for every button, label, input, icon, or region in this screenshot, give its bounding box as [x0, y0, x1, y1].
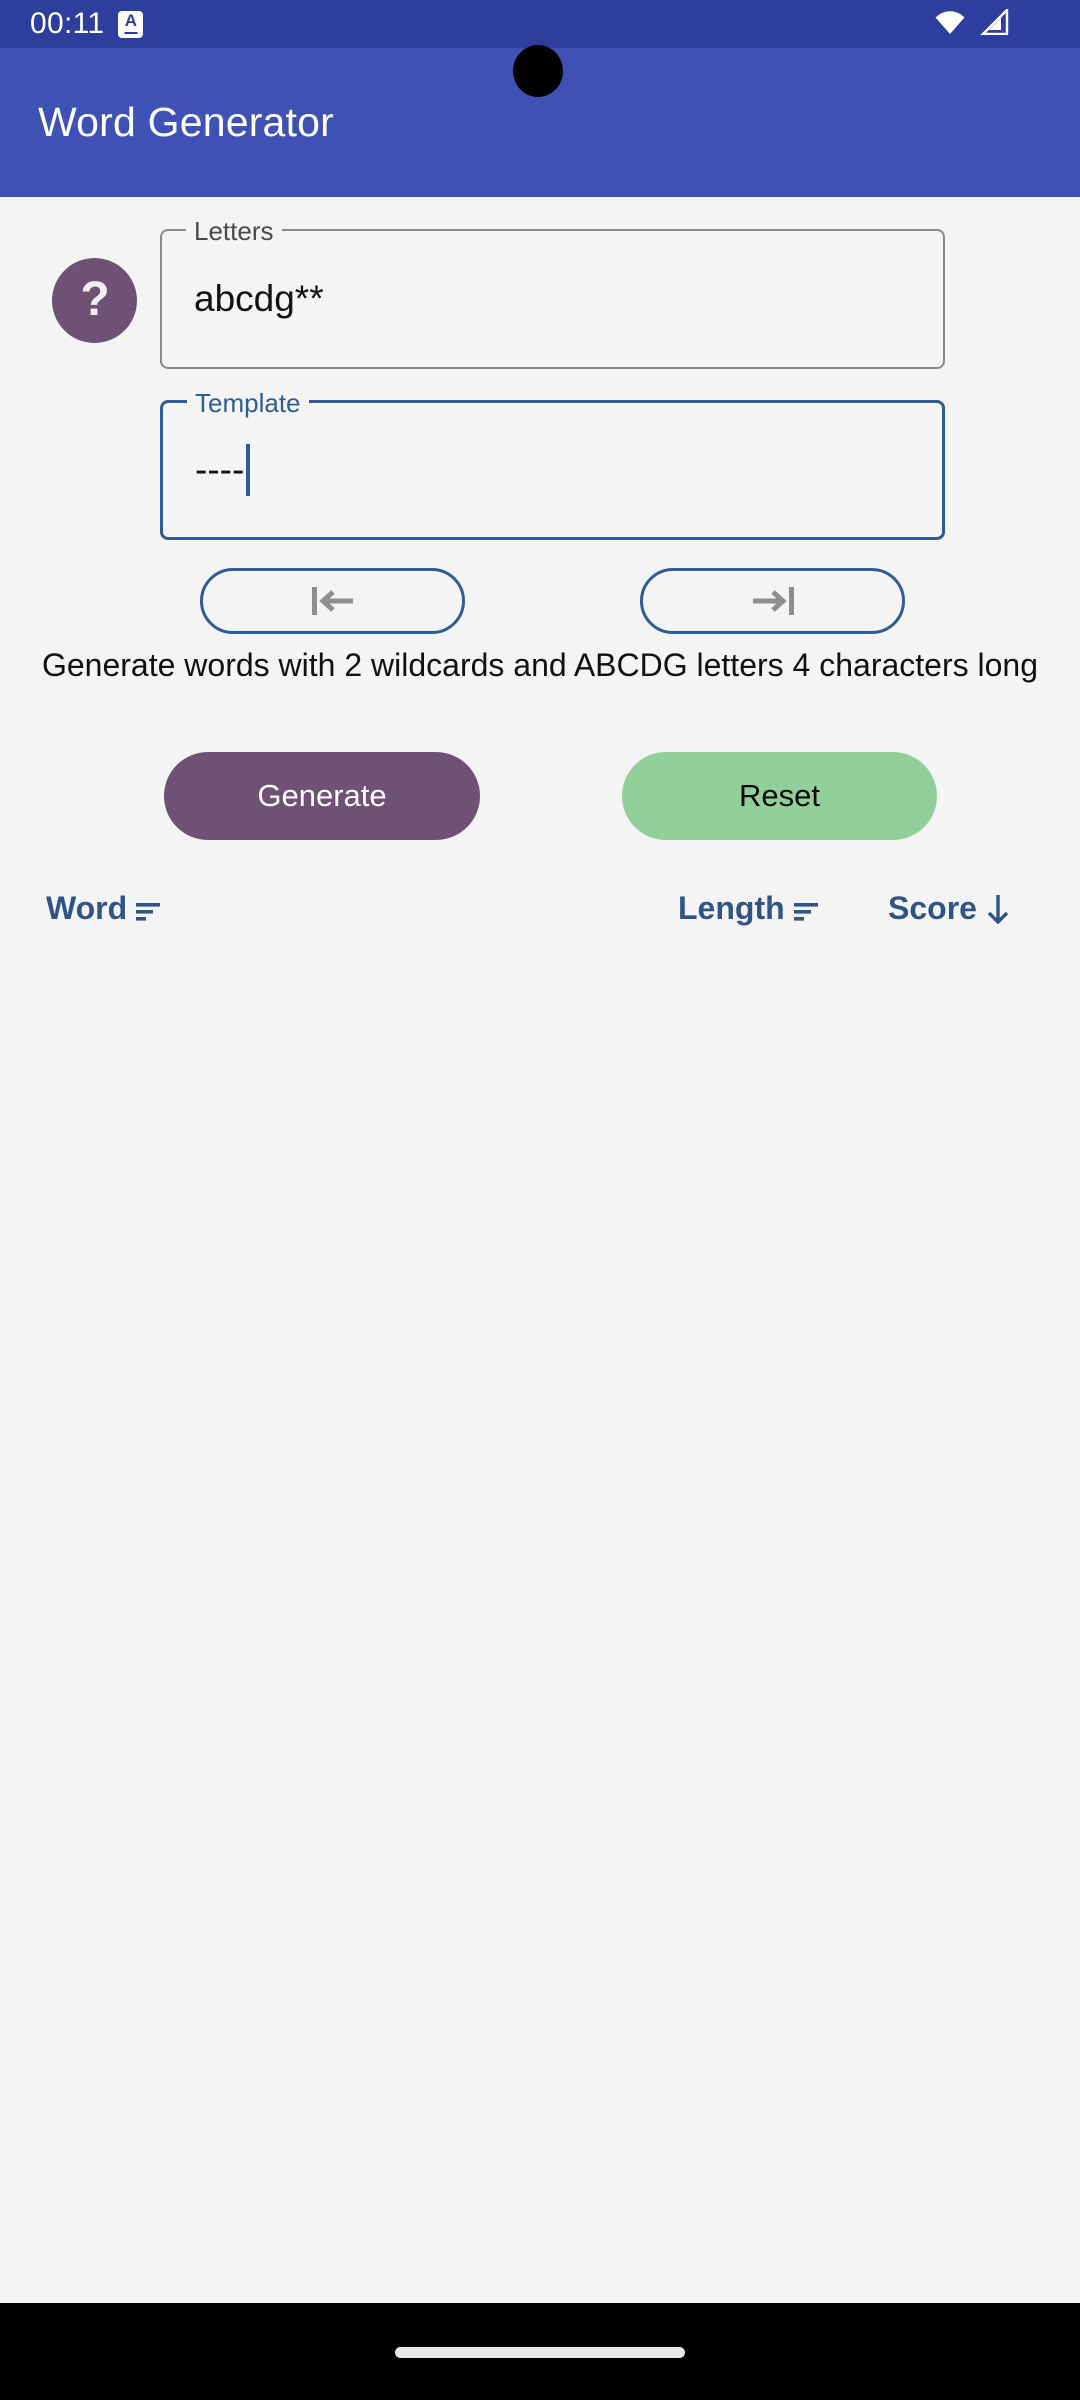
status-bar-clock: 00:11 [30, 7, 105, 40]
status-bar-right [934, 6, 1010, 40]
sort-header-length[interactable]: Length [678, 890, 821, 927]
sort-header-score[interactable]: Score [888, 890, 1013, 927]
text-caret [246, 444, 251, 496]
sort-header-word-label: Word [46, 890, 128, 926]
letters-text: abcdg** [194, 278, 324, 319]
template-input[interactable]: Template ---- [160, 388, 945, 540]
camera-punch-hole [513, 45, 563, 97]
generate-button[interactable]: Generate [164, 752, 480, 840]
template-label: Template [187, 388, 309, 418]
sort-header-length-label: Length [678, 890, 785, 926]
sort-lines-icon [791, 894, 821, 924]
notification-badge-letter: A [124, 10, 137, 30]
sort-header-word[interactable]: Word [46, 890, 163, 927]
home-indicator[interactable] [395, 2347, 685, 2358]
sort-header-score-label: Score [888, 890, 977, 926]
generation-description: Generate words with 2 wildcards and ABCD… [41, 647, 1038, 683]
help-question-icon[interactable]: ? [52, 258, 137, 343]
letters-value: abcdg** [194, 278, 324, 320]
cell-signal-icon [980, 6, 1010, 40]
reset-button[interactable]: Reset [622, 752, 937, 840]
arrow-right-to-bar-icon [747, 582, 799, 620]
move-to-start-button[interactable] [200, 568, 465, 634]
wifi-icon [934, 9, 966, 40]
status-bar: 00:11 A [0, 0, 1080, 48]
notification-badge-icon: A [118, 10, 144, 38]
results-list [0, 950, 1080, 2246]
arrow-left-to-bar-icon [307, 582, 359, 620]
sort-lines-icon [133, 894, 163, 924]
page-title: Word Generator [38, 99, 335, 145]
move-to-end-button[interactable] [640, 568, 905, 634]
arrow-down-icon [983, 892, 1013, 926]
template-value: ---- [195, 444, 251, 496]
letters-input[interactable]: Letters abcdg** [160, 216, 945, 369]
status-bar-left: 00:11 A [30, 7, 144, 40]
results-header-row: Word Length Score [0, 890, 1080, 942]
system-navigation-bar [0, 2303, 1080, 2400]
letters-label: Letters [186, 216, 282, 246]
svg-text:?: ? [80, 273, 109, 326]
template-text: ---- [195, 449, 245, 490]
app-screen: 00:11 A Word Generator ? Letters abcdg**… [0, 0, 1080, 2400]
